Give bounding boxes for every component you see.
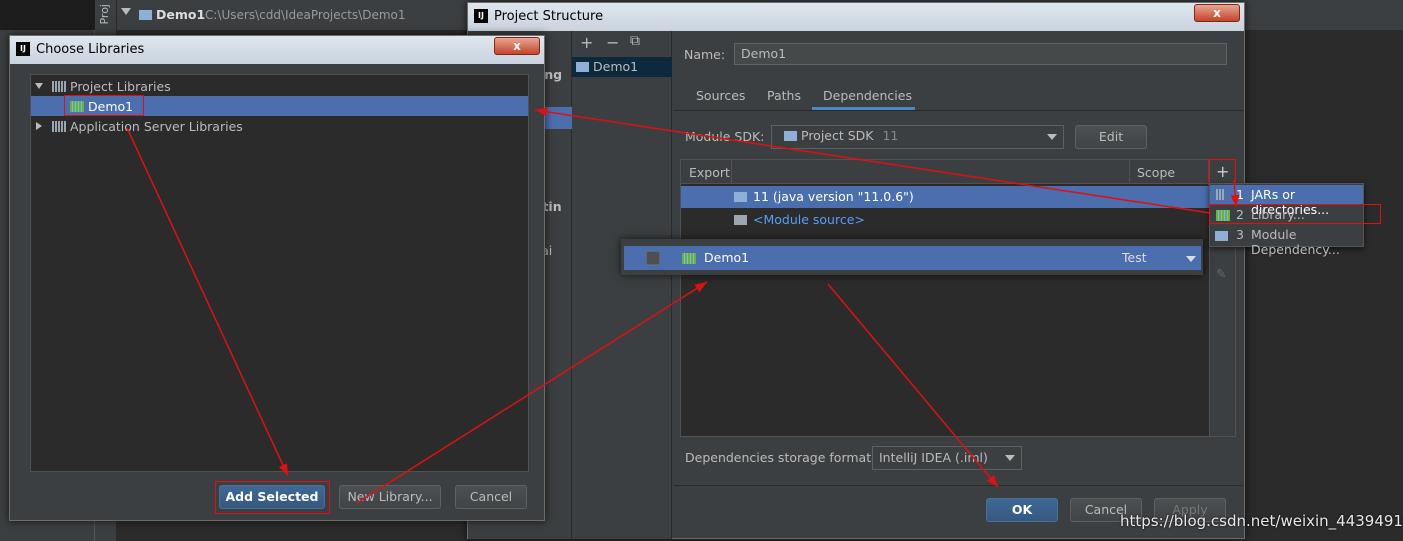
annotation-arrows [126, 107, 1240, 504]
arrow-add-selected-to-row [356, 281, 708, 504]
arrow-row-to-ok [827, 283, 999, 488]
arrow-library-to-demo1 [534, 107, 1211, 214]
arrow-demo1-to-add-selected [126, 127, 289, 477]
arrow-plus-to-library [1230, 179, 1240, 208]
watermark: https://blog.csdn.net/weixin_44394910 [1120, 512, 1403, 530]
